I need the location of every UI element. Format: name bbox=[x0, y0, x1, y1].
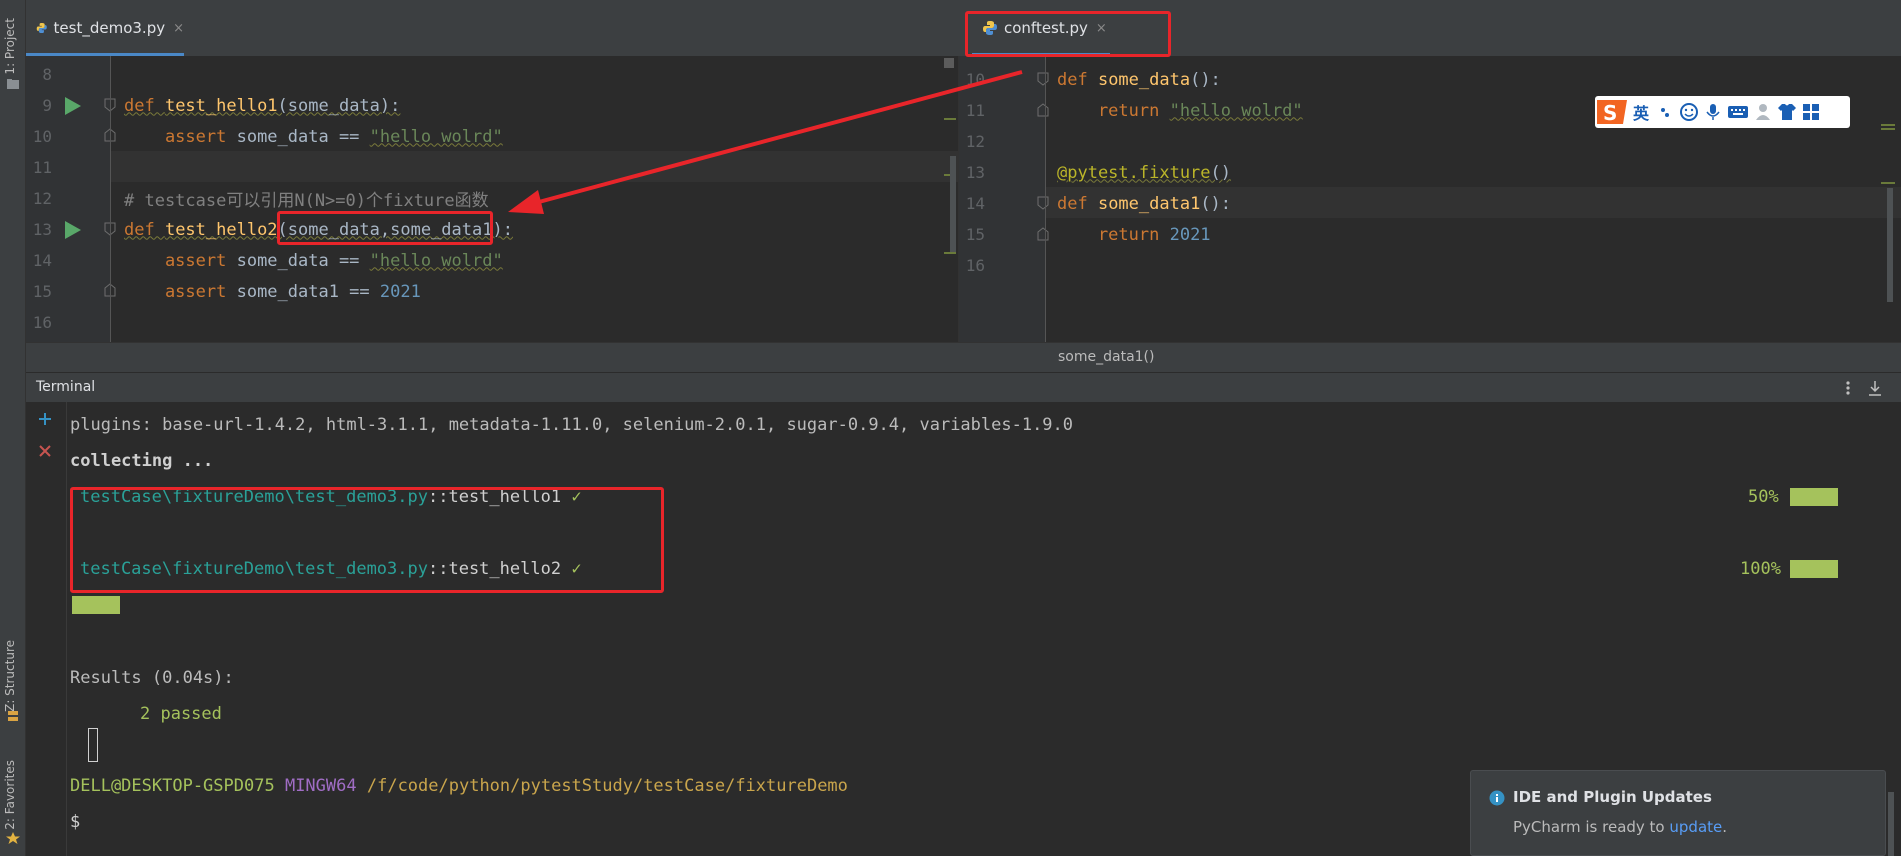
collecting-line: collecting ... bbox=[70, 451, 214, 471]
fold-icon[interactable] bbox=[1037, 196, 1049, 210]
line-number: 13 bbox=[32, 220, 52, 239]
python-file-icon bbox=[36, 22, 47, 34]
annotation-box-params bbox=[277, 211, 493, 245]
current-line-highlight bbox=[110, 151, 958, 182]
scrollbar[interactable] bbox=[1887, 188, 1893, 302]
line-number: 15 bbox=[32, 282, 52, 301]
code-line: assert some_data1 == 2021 bbox=[124, 281, 421, 302]
line-number: 8 bbox=[42, 65, 52, 84]
progress-bar bbox=[1790, 488, 1838, 506]
favorites-tool-label[interactable]: 2: Favorites bbox=[3, 760, 17, 830]
structure-icon[interactable] bbox=[6, 710, 20, 722]
progress-percent: 50% bbox=[1748, 487, 1779, 507]
emoji-icon[interactable] bbox=[1679, 102, 1699, 122]
line-number: 9 bbox=[42, 96, 52, 115]
prompt-line: DELL@DESKTOP-GSPD075 MINGW64 /f/code/pyt… bbox=[70, 776, 848, 796]
progress-percent: 100% bbox=[1740, 559, 1781, 579]
annotation-box-conftest bbox=[965, 11, 1171, 57]
code-line: @pytest.fixture() bbox=[1057, 162, 1232, 183]
line-number: 15 bbox=[965, 225, 985, 244]
gutter-divider bbox=[110, 56, 111, 342]
fold-icon[interactable] bbox=[1037, 227, 1049, 241]
ime-mode-label[interactable]: 英 bbox=[1633, 100, 1649, 124]
plugins-line: plugins: base-url-1.4.2, html-3.1.1, met… bbox=[70, 415, 1074, 435]
line-number: 14 bbox=[32, 251, 52, 270]
microphone-icon[interactable] bbox=[1703, 102, 1723, 122]
close-tab-icon[interactable]: × bbox=[173, 21, 184, 36]
annotation-box-results bbox=[70, 487, 664, 593]
toolbox-icon[interactable] bbox=[1801, 102, 1821, 122]
line-number: 13 bbox=[965, 163, 985, 182]
line-number: 11 bbox=[965, 101, 985, 120]
breadcrumb-bar: some_data1() bbox=[26, 342, 1901, 372]
project-icon[interactable] bbox=[6, 78, 20, 90]
right-editor[interactable]: 10 def some_data(): 11 return "hello wol… bbox=[959, 56, 1901, 342]
scroll-mark bbox=[944, 118, 956, 120]
ime-toolbar[interactable]: S 英 bbox=[1595, 96, 1850, 128]
scrollbar[interactable] bbox=[950, 156, 956, 252]
add-icon[interactable] bbox=[38, 412, 52, 426]
code-line: assert some_data == "hello wolrd" bbox=[124, 126, 503, 147]
code-line: def test_hello1(some_data): bbox=[124, 95, 401, 116]
scroll-mark bbox=[1881, 124, 1895, 126]
scroll-mark bbox=[1881, 128, 1895, 130]
structure-tool-label[interactable]: Z: Structure bbox=[3, 640, 17, 712]
total-progress-bar bbox=[72, 596, 120, 614]
tab-test-demo3[interactable]: test_demo3.py × bbox=[26, 0, 184, 56]
terminal-cursor bbox=[88, 728, 98, 762]
user-icon[interactable] bbox=[1753, 102, 1773, 122]
terminal-title[interactable]: Terminal bbox=[36, 379, 95, 395]
left-editor[interactable]: 8 9 def test_hello1(some_data): 10 asser… bbox=[26, 56, 958, 342]
inspection-indicator bbox=[944, 58, 954, 68]
run-icon[interactable] bbox=[64, 96, 82, 116]
update-link[interactable]: update bbox=[1669, 818, 1722, 836]
comment-line: # testcase可以引用N(N>=0)个fixture函数 bbox=[124, 191, 489, 211]
line-number: 16 bbox=[32, 313, 52, 332]
line-number: 10 bbox=[32, 127, 52, 146]
gutter-divider bbox=[1045, 56, 1046, 342]
fold-icon[interactable] bbox=[1037, 72, 1049, 86]
progress-bar bbox=[1790, 560, 1838, 578]
skin-icon[interactable] bbox=[1777, 102, 1797, 122]
project-tool-label[interactable]: 1: Project bbox=[3, 18, 17, 75]
notification-body: PyCharm is ready to update. bbox=[1513, 818, 1728, 836]
code-line: return 2021 bbox=[1057, 224, 1211, 245]
code-line: def some_data(): bbox=[1057, 69, 1221, 90]
results-line: Results (0.04s): bbox=[70, 668, 234, 688]
update-notification[interactable]: IDE and Plugin Updates PyCharm is ready … bbox=[1470, 770, 1886, 856]
breadcrumb[interactable]: some_data1() bbox=[1058, 349, 1154, 365]
tool-window-strip: 1: Project Z: Structure 2: Favorites bbox=[0, 0, 26, 856]
sogou-logo-icon: S bbox=[1597, 100, 1627, 125]
svg-text:S: S bbox=[1603, 101, 1617, 125]
scroll-mark bbox=[944, 252, 956, 254]
shell-prompt[interactable]: $ bbox=[70, 812, 80, 832]
close-icon[interactable] bbox=[38, 444, 52, 458]
code-line: assert some_data == "hello wolrd" bbox=[124, 250, 503, 271]
hide-panel-icon[interactable] bbox=[1868, 380, 1882, 396]
terminal-header: Terminal bbox=[26, 372, 1901, 402]
terminal-divider bbox=[66, 402, 67, 856]
code-line: return "hello wolrd" bbox=[1057, 100, 1303, 121]
terminal-panel[interactable]: plugins: base-url-1.4.2, html-3.1.1, met… bbox=[26, 402, 1901, 856]
line-number: 12 bbox=[32, 189, 52, 208]
passed-line: 2 passed bbox=[140, 704, 222, 724]
terminal-scrollbar[interactable] bbox=[1888, 792, 1894, 856]
line-number: 16 bbox=[965, 256, 985, 275]
line-number: 11 bbox=[32, 158, 52, 177]
tab-label: test_demo3.py bbox=[53, 19, 166, 37]
more-options-icon[interactable] bbox=[1844, 380, 1852, 396]
star-icon[interactable] bbox=[6, 832, 20, 844]
punctuation-icon[interactable] bbox=[1655, 102, 1675, 122]
info-icon bbox=[1489, 790, 1505, 806]
keyboard-icon[interactable] bbox=[1727, 102, 1749, 122]
fold-icon[interactable] bbox=[1037, 103, 1049, 117]
line-number: 10 bbox=[965, 70, 985, 89]
run-icon[interactable] bbox=[64, 220, 82, 240]
line-number: 12 bbox=[965, 132, 985, 151]
notification-title: IDE and Plugin Updates bbox=[1513, 788, 1712, 806]
code-line: def some_data1(): bbox=[1057, 193, 1232, 214]
left-tab-bar: test_demo3.py × bbox=[26, 0, 958, 56]
line-number: 14 bbox=[965, 194, 985, 213]
scroll-mark bbox=[1881, 182, 1895, 184]
